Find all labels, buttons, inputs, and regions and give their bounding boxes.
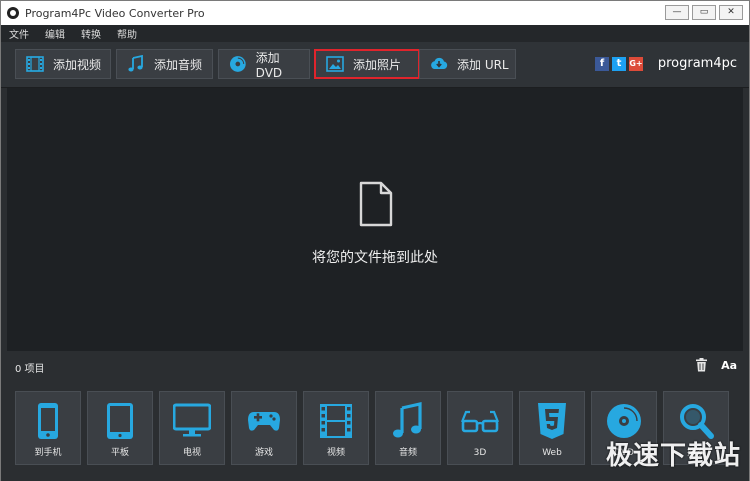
app-logo-icon: [7, 7, 19, 19]
music-note-icon: [393, 402, 422, 438]
close-button[interactable]: ✕: [719, 5, 743, 20]
watermark: 极速下载站: [605, 441, 741, 471]
item-count: 0 项目: [15, 364, 45, 375]
device-3d-label: 3D: [473, 448, 487, 458]
cloud-download-icon: [431, 57, 448, 69]
disc-icon: [229, 56, 246, 72]
title-bar: Program4Pc Video Converter Pro — ▭ ✕: [1, 1, 749, 25]
device-video-label: 视频: [326, 448, 345, 458]
minimize-button[interactable]: —: [665, 5, 689, 20]
file-icon: [359, 181, 393, 227]
film-icon: [320, 404, 352, 438]
add-url-label: 添加 URL: [457, 57, 509, 72]
device-tv-label: 电视: [182, 448, 201, 458]
brand-logo[interactable]: program4pc: [658, 56, 737, 71]
menu-convert[interactable]: 转换: [81, 26, 101, 41]
add-video-label: 添加视频: [53, 57, 102, 72]
device-tv[interactable]: 电视: [159, 391, 225, 465]
menu-bar: 文件 编辑 转换 帮助: [1, 25, 749, 42]
device-audio[interactable]: 音频: [375, 391, 441, 465]
add-audio-label: 添加音频: [154, 57, 203, 72]
google-plus-icon[interactable]: G+: [629, 57, 643, 71]
menu-file[interactable]: 文件: [9, 26, 29, 41]
add-dvd-button[interactable]: 添加 DVD: [218, 49, 310, 80]
image-icon: [326, 56, 344, 72]
twitter-icon[interactable]: t: [612, 57, 626, 71]
add-url-button[interactable]: 添加 URL: [419, 49, 516, 79]
app-window: Program4Pc Video Converter Pro — ▭ ✕ 文件 …: [0, 0, 750, 481]
html5-icon: [538, 403, 566, 439]
drop-area[interactable]: 将您的文件拖到此处: [7, 88, 743, 351]
music-note-icon: [128, 55, 143, 72]
gamepad-icon: [248, 412, 280, 431]
tv-icon: [173, 403, 211, 437]
device-tablet[interactable]: 平板: [87, 391, 153, 465]
add-audio-button[interactable]: 添加音频: [116, 49, 213, 79]
device-game[interactable]: 游戏: [231, 391, 297, 465]
drop-hint-text: 将您的文件拖到此处: [312, 250, 438, 266]
tablet-icon: [107, 403, 133, 439]
add-photo-button[interactable]: 添加照片: [314, 49, 420, 79]
device-phone[interactable]: 到手机: [15, 391, 81, 465]
window-title: Program4Pc Video Converter Pro: [25, 6, 205, 20]
device-3d[interactable]: 3D: [447, 391, 513, 465]
device-web-label: Web: [542, 448, 562, 458]
3d-glasses-icon: [460, 410, 500, 433]
font-size-button[interactable]: Aa: [721, 359, 737, 372]
toolbar: 添加视频 添加音频 添加 DVD 添加照片 添加 URL f t G+ prog…: [1, 42, 749, 88]
restore-button[interactable]: ▭: [692, 5, 716, 20]
add-dvd-label: 添加 DVD: [255, 50, 283, 80]
film-icon: [26, 56, 44, 72]
trash-icon[interactable]: [696, 358, 707, 372]
window-controls: — ▭ ✕: [665, 5, 743, 20]
status-bar: 0 项目 Aa: [1, 353, 749, 379]
add-photo-label: 添加照片: [353, 57, 402, 72]
device-phone-label: 到手机: [34, 448, 62, 458]
device-game-label: 游戏: [254, 448, 273, 458]
device-video[interactable]: 视频: [303, 391, 369, 465]
device-tablet-label: 平板: [110, 448, 129, 458]
add-video-button[interactable]: 添加视频: [15, 49, 111, 79]
device-audio-label: 音频: [398, 448, 417, 458]
menu-edit[interactable]: 编辑: [45, 26, 65, 41]
facebook-icon[interactable]: f: [595, 57, 609, 71]
menu-help[interactable]: 帮助: [117, 26, 137, 41]
social-links: f t G+: [595, 57, 643, 71]
device-web[interactable]: Web: [519, 391, 585, 465]
phone-icon: [38, 403, 58, 439]
